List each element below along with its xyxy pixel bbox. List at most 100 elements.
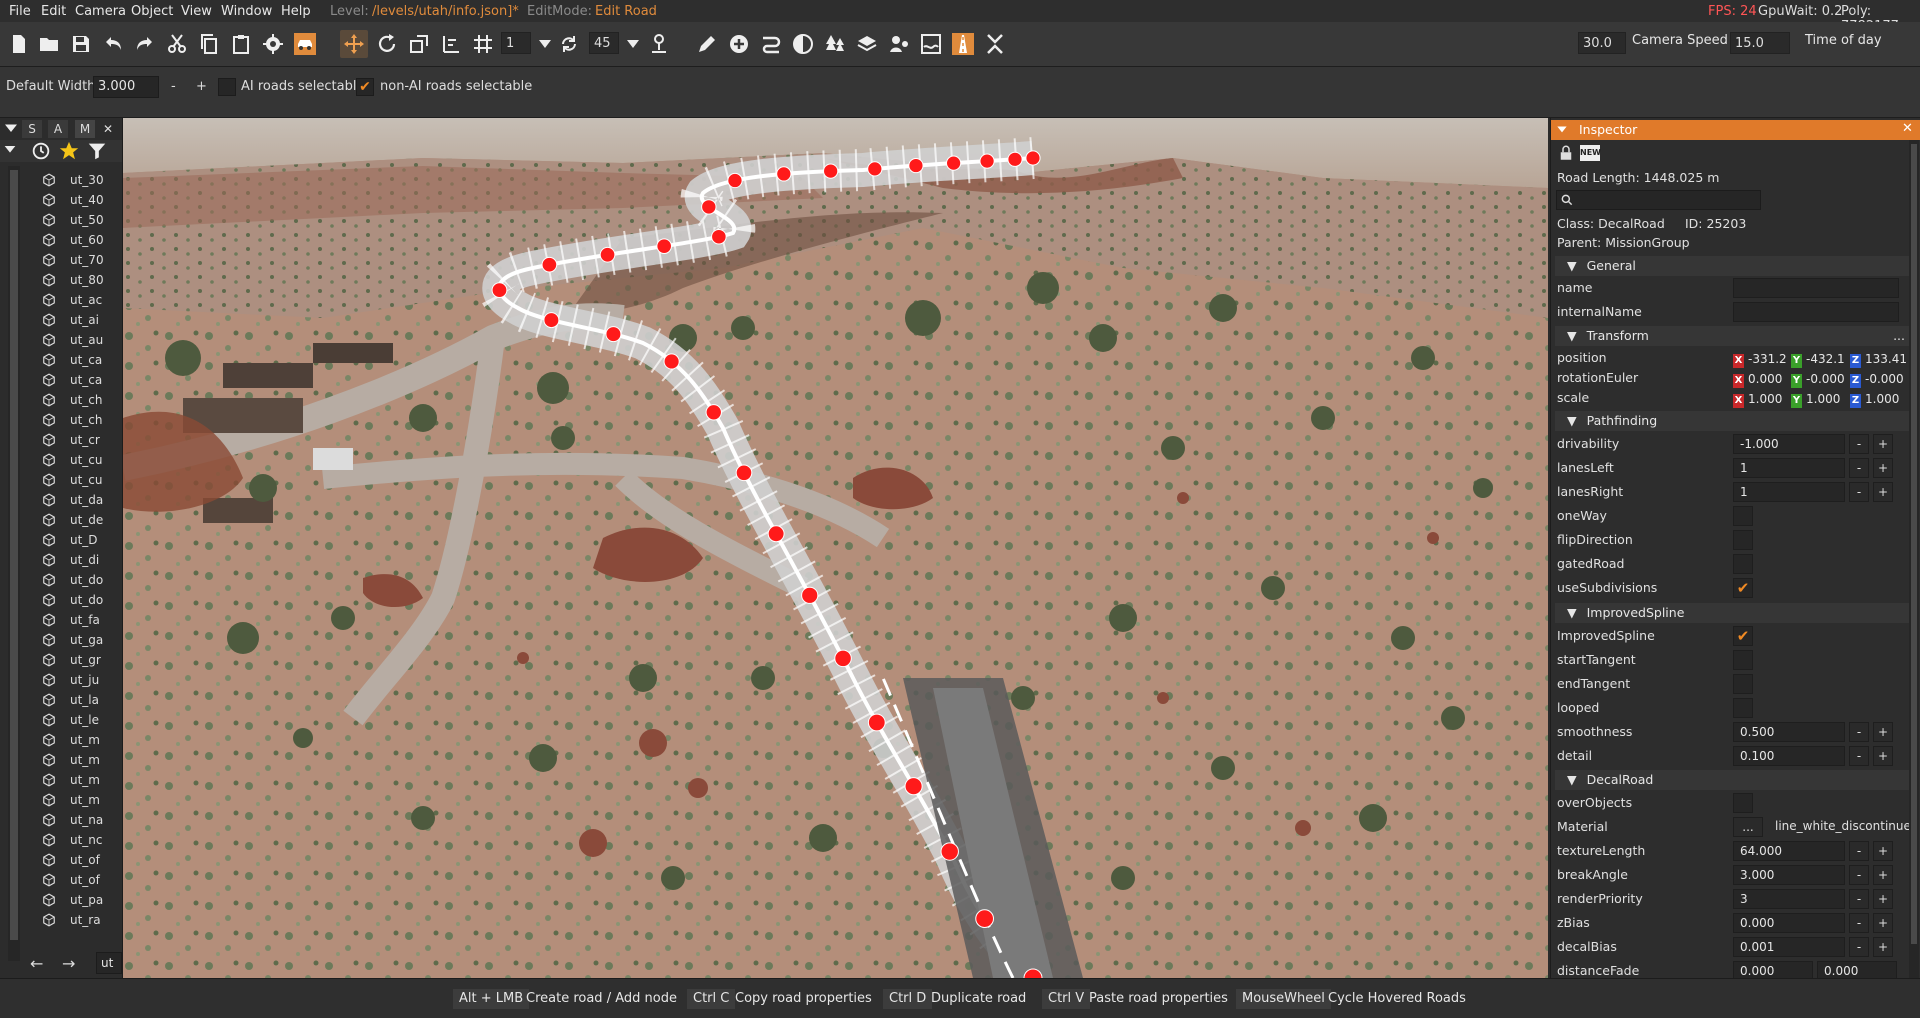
nav-back-icon[interactable]: ←	[30, 954, 50, 974]
position-y[interactable]: Y -432.1	[1791, 350, 1845, 368]
close-icon[interactable]: ✕	[1902, 121, 1913, 136]
over-objects-checkbox[interactable]	[1733, 793, 1753, 813]
scale-x[interactable]: X 1.000	[1733, 390, 1782, 408]
move-gizmo-icon[interactable]	[340, 30, 368, 58]
tree-item[interactable]: ut_ch	[70, 390, 130, 410]
tree-item[interactable]: ut_ch	[70, 410, 130, 430]
menu-view[interactable]: View	[181, 4, 212, 19]
smoothness-input[interactable]: 0.500	[1733, 722, 1845, 742]
rotation-z[interactable]: Z -0.000	[1850, 370, 1904, 388]
tree-item[interactable]: ut_do	[70, 590, 130, 610]
menu-window[interactable]: Window	[221, 4, 272, 19]
tree-item[interactable]: ut_ca	[70, 370, 130, 390]
default-width-decrement[interactable]: -	[171, 79, 176, 94]
tree-item[interactable]: ut_la	[70, 690, 130, 710]
scale-gizmo-icon[interactable]	[405, 30, 433, 58]
flip-direction-checkbox[interactable]	[1733, 530, 1753, 550]
tab-assets[interactable]: A	[48, 120, 68, 138]
road-node[interactable]	[735, 464, 753, 482]
river-icon[interactable]	[917, 30, 945, 58]
filter-dropdown-icon[interactable]	[2, 140, 18, 160]
inspector-search-input[interactable]	[1556, 190, 1761, 210]
looped-checkbox[interactable]	[1733, 698, 1753, 718]
menu-file[interactable]: File	[9, 4, 31, 19]
tree-item[interactable]: ut_nc	[70, 830, 130, 850]
menu-edit[interactable]: Edit	[41, 4, 66, 19]
menu-camera[interactable]: Camera	[75, 4, 126, 19]
zbias-decrement[interactable]: -	[1849, 913, 1869, 933]
material-value[interactable]: line_white_discontinue	[1775, 819, 1911, 833]
lanes-right-decrement[interactable]: -	[1849, 482, 1869, 502]
distance-fade-end[interactable]: 0.000	[1817, 961, 1897, 978]
drop-to-ground-icon[interactable]	[645, 30, 673, 58]
texture-length-decrement[interactable]: -	[1849, 841, 1869, 861]
new-file-icon[interactable]	[5, 30, 33, 58]
tab-scene[interactable]: S	[22, 120, 42, 138]
detail-input[interactable]: 0.100	[1733, 746, 1845, 766]
road-node[interactable]	[776, 166, 792, 182]
panel-menu-icon[interactable]	[2, 120, 20, 138]
use-subdivisions-checkbox[interactable]: ✔	[1733, 578, 1753, 598]
road-node[interactable]	[834, 649, 852, 668]
menu-object[interactable]: Object	[131, 4, 173, 19]
tree-item[interactable]: ut_do	[70, 570, 130, 590]
lanes-left-decrement[interactable]: -	[1849, 458, 1869, 478]
copy-icon[interactable]	[195, 30, 223, 58]
tree-item[interactable]: ut_ga	[70, 630, 130, 650]
align-icon[interactable]	[437, 30, 465, 58]
tree-item[interactable]: ut_m	[70, 750, 130, 770]
gear-icon[interactable]	[259, 30, 287, 58]
rotation-y[interactable]: Y -0.000	[1791, 370, 1845, 388]
tree-item[interactable]: ut_di	[70, 550, 130, 570]
lanes-left-increment[interactable]: +	[1873, 458, 1893, 478]
3d-viewport[interactable]	[123, 118, 1548, 978]
cut-icon[interactable]	[163, 30, 191, 58]
paste-icon[interactable]	[227, 30, 255, 58]
detail-decrement[interactable]: -	[1849, 746, 1869, 766]
tree-item[interactable]: ut_D	[70, 530, 130, 550]
road-node[interactable]	[908, 157, 924, 174]
tree-item[interactable]: ut_60	[70, 230, 130, 250]
tree-search-field[interactable]: ut	[96, 952, 122, 974]
section-decalroad[interactable]: ▼ DecalRoad	[1555, 770, 1911, 790]
render-priority-input[interactable]: 3	[1733, 889, 1845, 909]
tree-item[interactable]: ut_ju	[70, 670, 130, 690]
tree-item[interactable]: ut_ra	[70, 910, 130, 930]
render-priority-increment[interactable]: +	[1873, 889, 1893, 909]
tree-item[interactable]: ut_30	[70, 170, 130, 190]
drivability-increment[interactable]: +	[1873, 434, 1893, 454]
scene-tree-scrollbar[interactable]	[8, 166, 20, 961]
tree-item[interactable]: ut_ac	[70, 290, 130, 310]
lock-icon[interactable]	[1557, 144, 1575, 162]
road-node[interactable]	[701, 199, 717, 215]
road-node[interactable]	[767, 525, 785, 543]
road-node[interactable]	[823, 163, 839, 179]
menu-help[interactable]: Help	[281, 4, 311, 19]
ai-roads-checkbox[interactable]	[218, 78, 236, 96]
rotate-gizmo-icon[interactable]	[373, 30, 401, 58]
tree-item[interactable]: ut_cr	[70, 430, 130, 450]
redo-icon[interactable]	[131, 30, 159, 58]
gated-road-checkbox[interactable]	[1733, 554, 1753, 574]
mesh-road-icon[interactable]	[949, 30, 977, 58]
road-node[interactable]	[1025, 150, 1041, 166]
distance-fade-start[interactable]: 0.000	[1733, 961, 1813, 978]
road-node[interactable]	[711, 228, 727, 245]
zbias-increment[interactable]: +	[1873, 913, 1893, 933]
add-object-icon[interactable]	[725, 30, 753, 58]
decal-icon[interactable]	[885, 30, 913, 58]
tree-item[interactable]: ut_ai	[70, 310, 130, 330]
terrain-scene[interactable]	[123, 118, 1548, 978]
break-angle-decrement[interactable]: -	[1849, 865, 1869, 885]
tree-item[interactable]: ut_80	[70, 270, 130, 290]
close-icon[interactable]: ✕	[98, 120, 118, 138]
drivability-decrement[interactable]: -	[1849, 434, 1869, 454]
render-priority-decrement[interactable]: -	[1849, 889, 1869, 909]
tree-item[interactable]: ut_le	[70, 710, 130, 730]
lanes-right-input[interactable]: 1	[1733, 482, 1845, 502]
section-general[interactable]: ▼ General	[1555, 256, 1911, 276]
break-angle-input[interactable]: 3.000	[1733, 865, 1845, 885]
tree-item[interactable]: ut_da	[70, 490, 130, 510]
tab-materials[interactable]: M	[75, 120, 95, 138]
tree-item[interactable]: ut_50	[70, 210, 130, 230]
